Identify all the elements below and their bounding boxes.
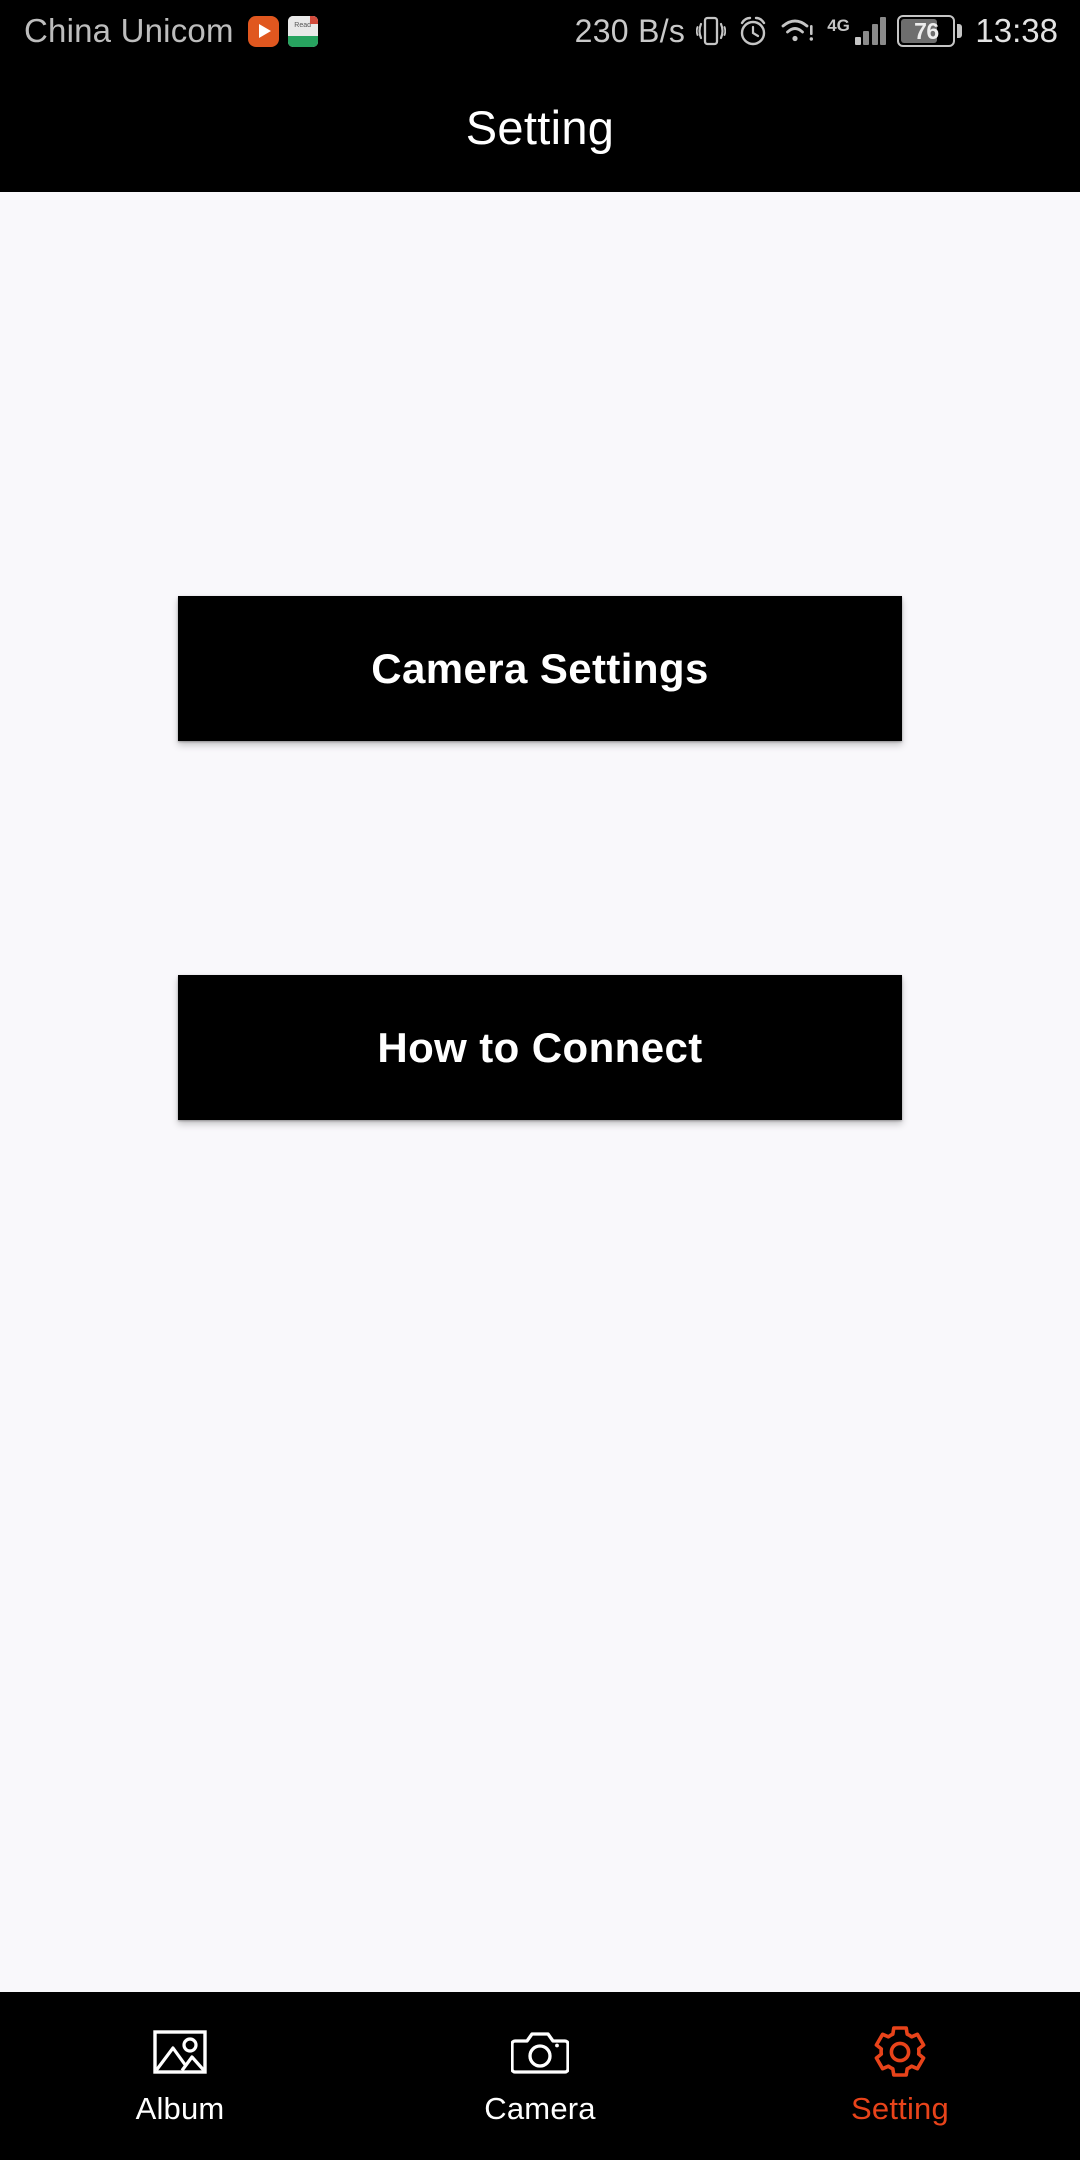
page-title: Setting xyxy=(465,100,615,154)
camera-settings-button[interactable]: Camera Settings xyxy=(178,596,902,741)
bottom-navigation-bar: Album Camera Setting xyxy=(0,1992,1080,2160)
vibrate-icon xyxy=(696,14,727,48)
how-to-connect-button[interactable]: How to Connect xyxy=(178,975,902,1120)
clock-label: 13:38 xyxy=(975,12,1058,49)
nav-tab-album[interactable]: Album xyxy=(0,1992,360,2160)
note-icon: Read xyxy=(287,15,318,47)
network-type-label: 4G xyxy=(827,16,850,35)
alarm-icon xyxy=(737,15,769,47)
network-speed-label: 230 B/s xyxy=(574,12,686,49)
camera-icon xyxy=(511,2026,569,2078)
nav-tab-setting-label: Setting xyxy=(851,2090,949,2126)
title-bar: Setting xyxy=(0,62,1080,192)
status-bar: China Unicom Read 230 B/s 4G 76 13:38 xyxy=(0,0,1080,62)
gear-icon xyxy=(871,2025,929,2078)
nav-tab-camera-label: Camera xyxy=(484,2090,596,2126)
video-play-icon xyxy=(247,15,279,47)
battery-percent-label: 76 xyxy=(914,17,939,44)
carrier-label: China Unicom xyxy=(24,12,234,49)
signal-bars-icon xyxy=(854,17,887,45)
image-icon xyxy=(151,2026,209,2078)
battery-indicator: 76 xyxy=(897,15,963,47)
nav-tab-setting[interactable]: Setting xyxy=(720,1992,1080,2160)
wifi-warning-icon xyxy=(780,16,816,46)
battery-nub xyxy=(957,24,963,38)
note-icon-band xyxy=(287,35,318,47)
status-indicators: 230 B/s 4G 76 13:38 xyxy=(575,12,1058,50)
nav-tab-camera[interactable]: Camera xyxy=(360,1992,720,2160)
nav-tab-album-label: Album xyxy=(135,2090,225,2126)
app-screen: China Unicom Read 230 B/s 4G 76 13:38 Se… xyxy=(0,0,1080,2160)
note-icon-corner xyxy=(309,15,318,24)
battery-icon: 76 xyxy=(897,15,956,47)
notification-icons: Read xyxy=(247,15,318,47)
main-content: Camera Settings How to Connect xyxy=(0,192,1080,1992)
